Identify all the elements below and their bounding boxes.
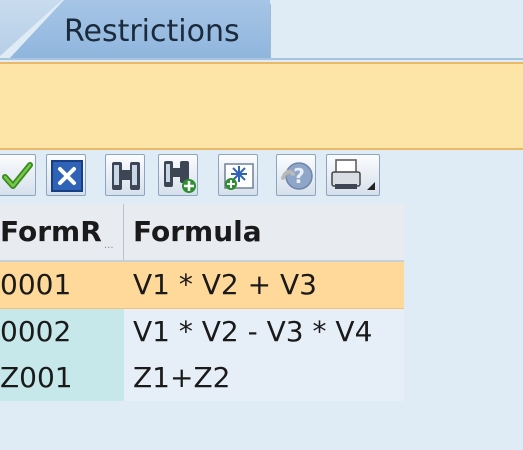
table-cell-key[interactable]: Z001 — [0, 355, 124, 401]
message-area — [0, 62, 523, 150]
table-cell-formula[interactable]: V1 * V2 - V3 * V4 — [124, 309, 404, 355]
table-cell-formula[interactable]: Z1+Z2 — [124, 355, 404, 401]
print-button[interactable] — [326, 154, 380, 196]
table-row[interactable]: 0001 V1 * V2 + V3 — [0, 262, 404, 309]
cancel-icon — [51, 160, 83, 192]
insert-icon — [224, 163, 254, 190]
help-button[interactable]: ? — [276, 154, 316, 196]
column-truncated-indicator: ... — [104, 240, 114, 251]
column-header-formr[interactable]: FormR — [0, 204, 124, 260]
toolbar: ? — [0, 152, 523, 198]
find-next-button[interactable] — [158, 154, 198, 196]
insert-button[interactable] — [218, 154, 258, 196]
column-header-formr-label: FormR — [0, 215, 102, 248]
tab-divider — [270, 4, 271, 58]
svg-text:?: ? — [293, 164, 305, 188]
tab-restrictions-label: Restrictions — [64, 14, 240, 49]
table-row[interactable]: Z001 Z1+Z2 — [0, 355, 404, 401]
table-cell-formula[interactable]: V1 * V2 + V3 — [124, 262, 404, 308]
column-header-formula[interactable]: Formula — [133, 204, 262, 260]
formula-table: FormR ... Formula 0001 V1 * V2 + V3 0002… — [0, 204, 404, 401]
check-icon — [2, 162, 33, 189]
cancel-button[interactable] — [46, 154, 86, 196]
help-icon: ? — [281, 162, 313, 190]
find-next-icon — [164, 161, 196, 193]
table-cell-key[interactable]: 0001 — [0, 262, 124, 308]
table-cell-key[interactable]: 0002 — [0, 309, 124, 355]
check-button[interactable] — [0, 154, 36, 196]
table-header: FormR ... Formula — [0, 204, 404, 262]
find-button[interactable] — [105, 154, 145, 196]
print-icon — [331, 159, 375, 190]
table-row[interactable]: 0002 V1 * V2 - V3 * V4 — [0, 309, 404, 355]
tab-strip: Restrictions — [0, 0, 523, 60]
column-header-formula-label: Formula — [133, 215, 262, 248]
find-icon — [112, 162, 140, 190]
